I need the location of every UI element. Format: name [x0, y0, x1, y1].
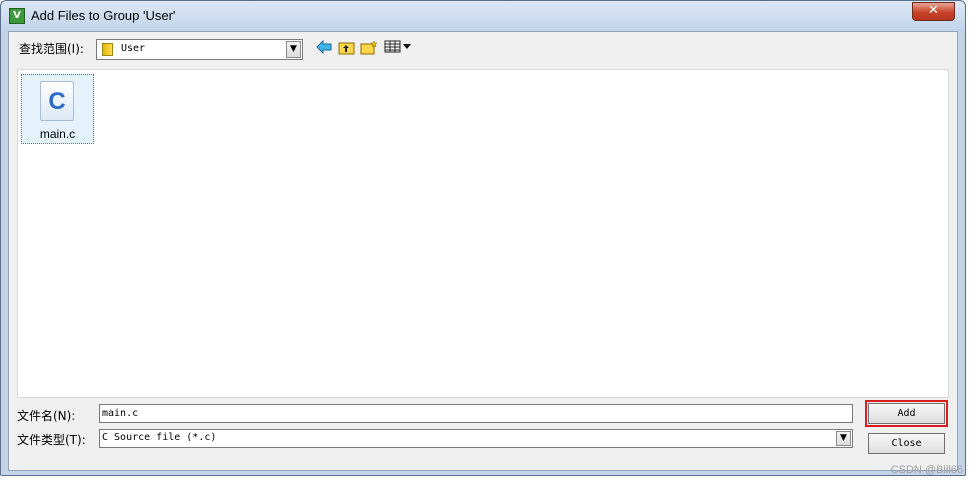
file-name-label: main.c [39, 127, 76, 141]
watermark: CSDN @Bill66 [890, 464, 963, 476]
chevron-down-icon[interactable]: ▼ [286, 41, 301, 58]
add-button[interactable]: Add [865, 400, 948, 427]
new-folder-icon[interactable] [360, 40, 378, 58]
look-in-label: 查找范围(I): [19, 42, 84, 56]
close-button[interactable]: Close [868, 433, 945, 454]
add-files-dialog: V Add Files to Group 'User' ✕ 查找范围(I): U… [0, 0, 966, 476]
uvision-icon: V [9, 8, 25, 24]
file-item-main-c[interactable]: C main.c [21, 74, 94, 144]
c-source-file-icon: C [40, 81, 74, 121]
back-arrow-icon[interactable] [315, 39, 333, 58]
c-letter-glyph: C [48, 88, 66, 115]
file-type-value: C Source file (*.c) [102, 432, 217, 443]
file-list[interactable]: C main.c [17, 69, 949, 398]
up-folder-icon[interactable] [337, 40, 355, 58]
view-menu-icon[interactable] [383, 40, 413, 58]
close-window-button[interactable]: ✕ [912, 2, 955, 21]
title-bar[interactable]: V Add Files to Group 'User' ✕ [1, 1, 965, 31]
file-type-select[interactable]: C Source file (*.c) ▼ [99, 429, 853, 448]
file-type-field-label: 文件类型(T): [17, 433, 86, 447]
folder-icon [102, 43, 113, 56]
file-name-input[interactable]: main.c [99, 404, 853, 423]
dialog-client-area: 查找范围(I): User ▼ C main.c 文件名(N): main.c … [8, 31, 958, 471]
look-in-combo[interactable]: User ▼ [96, 39, 303, 60]
file-name-field-label: 文件名(N): [17, 409, 76, 423]
window-title: Add Files to Group 'User' [31, 8, 176, 23]
chevron-down-icon[interactable]: ▼ [836, 431, 851, 446]
look-in-value: User [121, 43, 146, 54]
